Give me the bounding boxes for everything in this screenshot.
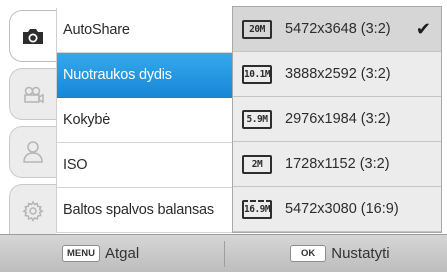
size-badge-icon: 10.1M bbox=[242, 64, 272, 84]
tab-settings[interactable] bbox=[9, 184, 56, 236]
soft-key-bar: MENU Atgal OK Nustatyti bbox=[0, 234, 447, 272]
camera-icon bbox=[23, 29, 43, 44]
confirm-softkey[interactable]: OK Nustatyti bbox=[290, 235, 390, 272]
menu-item-white-balance[interactable]: Baltos spalvos balansas bbox=[57, 188, 234, 233]
tab-camera[interactable] bbox=[9, 10, 56, 62]
size-badge-icon: 20M bbox=[242, 19, 272, 39]
checkmark-icon: ✔ bbox=[415, 19, 431, 39]
tab-rail bbox=[0, 0, 56, 236]
tab-user[interactable] bbox=[9, 126, 56, 178]
size-badge-icon: 5.9M bbox=[242, 109, 272, 129]
softkey-divider bbox=[224, 241, 225, 267]
user-icon bbox=[23, 141, 43, 163]
option-label: 5472x3080 (16:9) bbox=[285, 201, 399, 217]
option-16-9m[interactable]: 16.9M 5472x3080 (16:9) bbox=[233, 187, 441, 232]
size-badge-icon: 2M bbox=[242, 154, 272, 174]
option-2m[interactable]: 2M 1728x1152 (3:2) bbox=[233, 142, 441, 187]
ok-key-icon: OK bbox=[290, 245, 327, 262]
option-label: 5472x3648 (3:2) bbox=[285, 21, 391, 37]
back-label: Atgal bbox=[104, 245, 140, 262]
tab-video[interactable] bbox=[9, 68, 56, 120]
option-20m[interactable]: 20M 5472x3648 (3:2) ✔ bbox=[233, 7, 441, 52]
option-label: 2976x1984 (3:2) bbox=[285, 111, 391, 127]
menu-key-icon: MENU bbox=[62, 245, 100, 262]
option-label: 1728x1152 (3:2) bbox=[285, 156, 390, 172]
menu-item-iso[interactable]: ISO bbox=[57, 143, 234, 188]
gear-icon bbox=[22, 200, 44, 222]
video-camera-icon bbox=[24, 86, 44, 104]
camera-settings-screen: AutoShare Nuotraukos dydis Kokybė ISO Ba… bbox=[0, 0, 447, 272]
confirm-label: Nustatyti bbox=[331, 245, 390, 262]
option-10m[interactable]: 10.1M 3888x2592 (3:2) bbox=[233, 52, 441, 97]
menu-item-quality[interactable]: Kokybė bbox=[57, 98, 234, 143]
settings-menu: AutoShare Nuotraukos dydis Kokybė ISO Ba… bbox=[56, 8, 234, 233]
option-5-9m[interactable]: 5.9M 2976x1984 (3:2) bbox=[233, 97, 441, 142]
photo-size-options: 20M 5472x3648 (3:2) ✔ 10.1M 3888x2592 (3… bbox=[232, 6, 442, 233]
size-badge-icon: 16.9M bbox=[242, 199, 272, 219]
menu-item-autoshare[interactable]: AutoShare bbox=[57, 8, 234, 53]
back-softkey[interactable]: MENU Atgal bbox=[62, 235, 139, 272]
option-label: 3888x2592 (3:2) bbox=[285, 66, 391, 82]
menu-item-photo-size[interactable]: Nuotraukos dydis bbox=[57, 53, 234, 98]
